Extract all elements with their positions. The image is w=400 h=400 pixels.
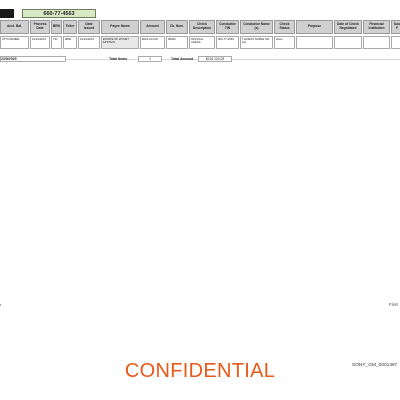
cell-check-status: Issue	[274, 36, 295, 49]
cell-fin-institution	[363, 36, 390, 49]
cell-brn: 731	[51, 36, 62, 49]
cell-purpose	[296, 36, 333, 49]
confidential-stamp: CONFIDENTIAL	[124, 360, 276, 382]
cell-acct-bal: 0TTI DAMIER	[0, 36, 29, 49]
col-header-date-issued: Date Issued	[78, 20, 100, 34]
cell-amount: $216,124.09	[140, 36, 165, 49]
col-header-ck-num: Ck. Num.	[166, 20, 188, 34]
report-date: 2/28/2025	[0, 56, 66, 62]
footer-left-text: r	[0, 302, 2, 307]
total-amount-label: Total Amount	[171, 57, 194, 61]
cell-conductor-tin: 660-77-4563	[216, 36, 239, 49]
cell-check-desc: OFFICIAL CHECK	[189, 36, 215, 49]
cell-teller: 9800	[63, 36, 77, 49]
col-header-date-negotiated: Date of Check Negotiated	[334, 20, 362, 34]
cell-source	[391, 36, 400, 49]
col-header-acct-bal: Acct. Bal.	[0, 20, 29, 34]
footer-right-text: First	[389, 302, 398, 307]
col-header-brn: BRN	[51, 20, 62, 34]
ssn-value-box: 660-77-4563	[22, 9, 96, 18]
col-header-process-date: Process Date	[30, 20, 50, 34]
cell-process-date: 12/01/2014	[30, 36, 50, 49]
cell-conductor-name: THOMAS NOBLE OR ALI	[240, 36, 273, 49]
col-header-amount: Amount	[140, 20, 165, 34]
col-header-fin-institution: Financial Institution	[363, 20, 390, 34]
cell-ck-num: 98902	[166, 36, 188, 49]
redacted-block	[0, 9, 14, 18]
col-header-conductor-tin: Conductor TIN	[216, 20, 239, 34]
col-header-payee-name: Payee Name	[101, 20, 139, 34]
total-items-label: Total Items	[109, 57, 128, 61]
total-amount-value: $216,124.09	[198, 56, 232, 62]
cell-date-issued: 12/01/2014	[78, 36, 100, 49]
bates-number: SONY_GM_0001387	[352, 363, 398, 368]
cell-date-negotiated	[334, 36, 362, 49]
col-header-check-status: Check Status	[274, 20, 295, 34]
col-header-check-desc: Check Description	[189, 20, 215, 34]
total-items-value: 1	[138, 56, 162, 62]
col-header-source: Sou F	[391, 20, 400, 34]
col-header-teller: Teller	[63, 20, 77, 34]
cell-payee-name: ESTATE OF WYNET EPSTEIN	[101, 36, 139, 49]
col-header-purpose: Purpose	[296, 20, 333, 34]
col-header-conductor-name: Conductor Name (s)	[240, 20, 273, 34]
